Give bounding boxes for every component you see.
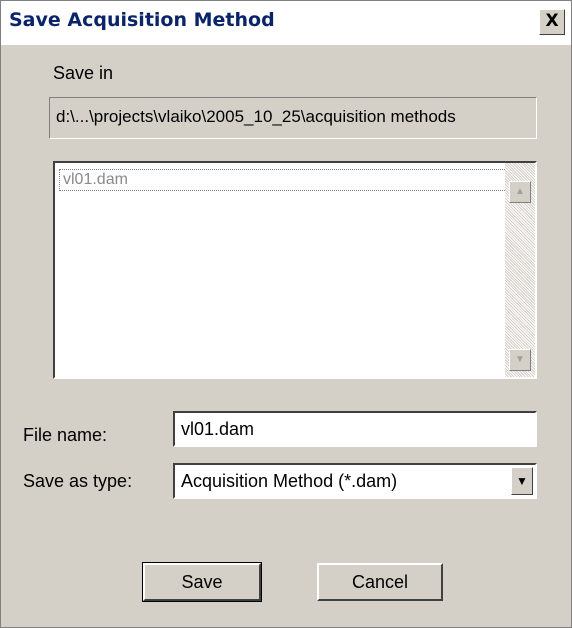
title-bar: Save Acquisition Method X: [1, 1, 571, 45]
scroll-down-arrow-icon: ▼: [515, 354, 525, 365]
list-item[interactable]: vl01.dam: [59, 169, 511, 191]
scroll-up-arrow-icon: ▲: [515, 186, 525, 197]
save-button[interactable]: Save: [142, 562, 262, 602]
dialog-title: Save Acquisition Method: [9, 9, 275, 31]
file-name-input[interactable]: vl01.dam: [173, 411, 537, 447]
save-in-label: Save in: [53, 63, 114, 83]
save-as-type-value: Acquisition Method (*.dam): [181, 471, 398, 491]
scroll-up-button[interactable]: ▲: [509, 181, 531, 203]
chevron-down-icon: ▼: [516, 474, 528, 488]
scroll-down-button[interactable]: ▼: [509, 349, 531, 371]
close-icon: X: [545, 11, 559, 31]
file-list[interactable]: vl01.dam ▲ ▼: [53, 161, 537, 379]
vertical-scrollbar[interactable]: ▲ ▼: [505, 163, 535, 377]
save-as-type-select[interactable]: Acquisition Method (*.dam) ▼: [173, 463, 537, 499]
close-button[interactable]: X: [539, 9, 565, 35]
file-name-label: File name:: [23, 425, 108, 445]
save-as-type-label: Save as type:: [23, 471, 133, 491]
save-acquisition-method-dialog: Save Acquisition Method X Save in d:\...…: [0, 0, 572, 628]
save-in-path: d:\...\projects\vlaiko\2005_10_25\acquis…: [49, 97, 537, 139]
dropdown-button[interactable]: ▼: [511, 467, 533, 495]
cancel-button[interactable]: Cancel: [317, 563, 443, 601]
